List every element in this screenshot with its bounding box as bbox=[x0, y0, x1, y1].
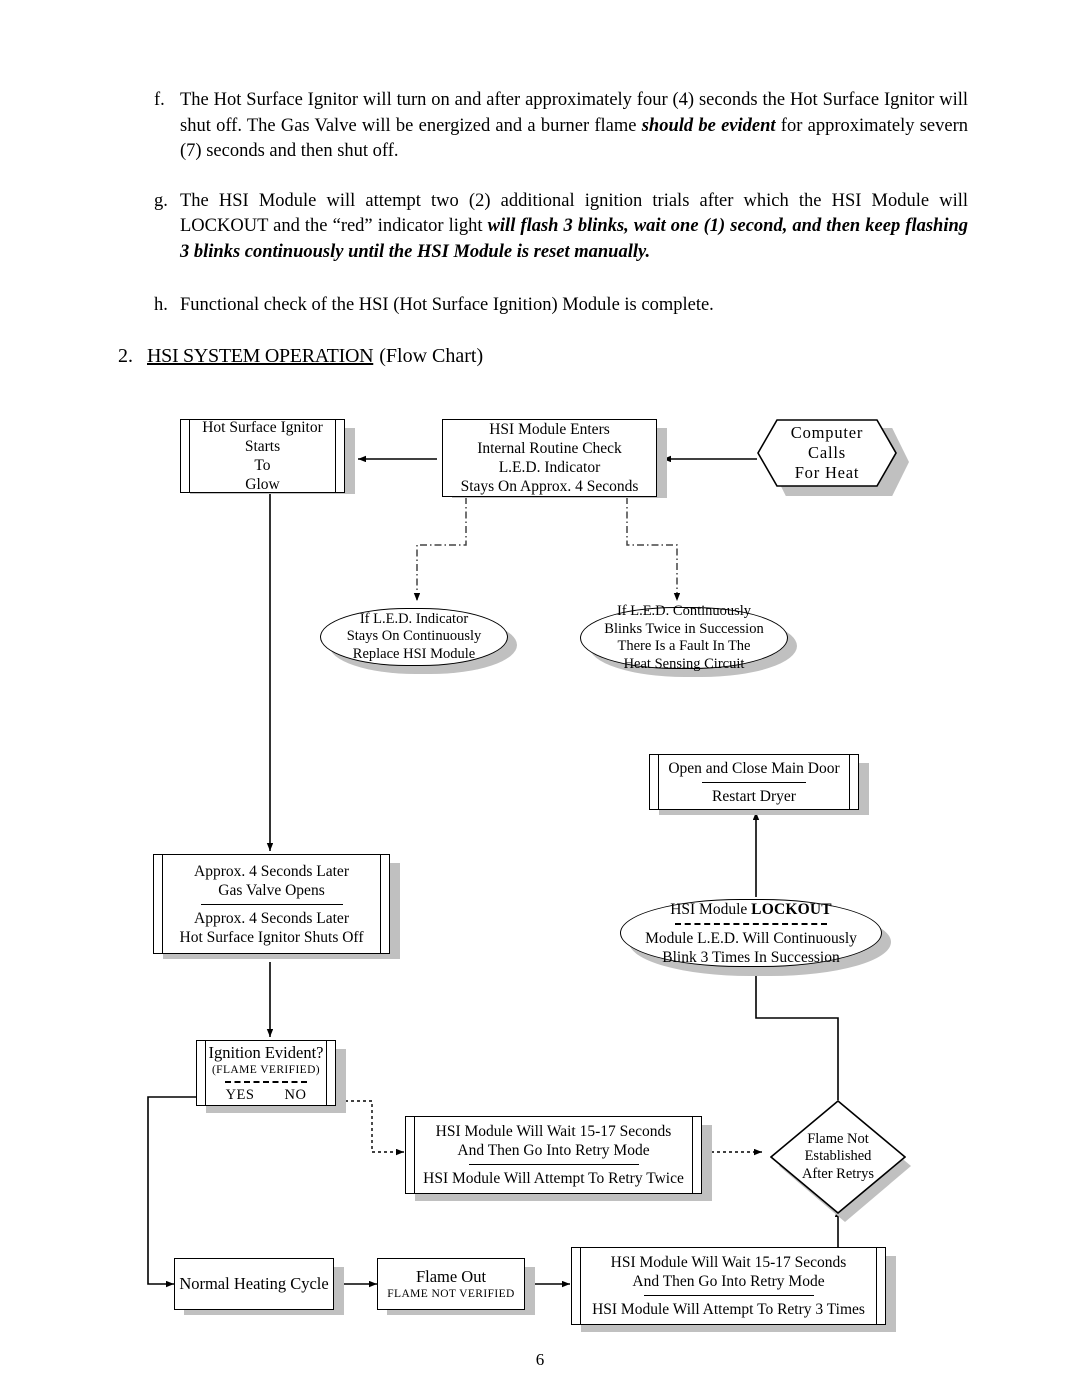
paragraph-h: h. Functional check of the HSI (Hot Surf… bbox=[118, 293, 968, 319]
node-led-stays-on: If L.E.D. Indicator Stays On Continuousl… bbox=[320, 608, 508, 666]
led-stays-on-line-1: If L.E.D. Indicator bbox=[359, 610, 469, 627]
gas-valve-separator bbox=[200, 903, 343, 905]
node-ignition-evident: Ignition Evident? (FLAME VERIFIED) YES N… bbox=[196, 1040, 336, 1106]
ignitor-glow-line-3: To bbox=[254, 457, 271, 474]
open-close-door-bottom: Restart Dryer bbox=[712, 787, 796, 805]
section-number: 2. bbox=[118, 345, 133, 367]
retry-3-times-top-2: And Then Go Into Retry Mode bbox=[632, 1273, 825, 1290]
lockout-separator bbox=[675, 922, 827, 925]
open-close-door-separator bbox=[702, 781, 806, 783]
section-heading: 2. HSI SYSTEM OPERATION (Flow Chart) bbox=[118, 345, 483, 368]
flame-out-subtitle: FLAME NOT VERIFIED bbox=[387, 1288, 515, 1300]
retry-twice-separator bbox=[468, 1164, 639, 1165]
ignition-evident-separator bbox=[225, 1080, 307, 1083]
paragraph-g-text: The HSI Module will attempt two (2) addi… bbox=[180, 190, 969, 262]
section-title-suffix: (Flow Chart) bbox=[379, 345, 484, 367]
retry-3-times-separator bbox=[643, 1295, 814, 1296]
led-blinks-twice-line-3: There Is a Fault In The bbox=[617, 638, 751, 654]
ignitor-glow-line-1: Hot Surface Ignitor bbox=[202, 419, 323, 436]
normal-heating-label: Normal Heating Cycle bbox=[179, 1274, 329, 1293]
section-title: HSI SYSTEM OPERATION bbox=[147, 345, 374, 367]
retry-3-times-bottom-1: HSI Module Will Attempt To Retry 3 Times bbox=[592, 1301, 865, 1318]
lockout-title-bold: LOCKOUT bbox=[751, 900, 832, 918]
node-ignitor-glow: Hot Surface Ignitor Starts To Glow bbox=[180, 419, 345, 493]
led-blinks-twice-line-1: If L.E.D. Continuously bbox=[616, 603, 752, 619]
node-module-enters: HSI Module Enters Internal Routine Check… bbox=[442, 419, 657, 497]
flame-not-established-line-2: Established bbox=[804, 1148, 872, 1165]
retry-3-times-top-1: HSI Module Will Wait 15-17 Seconds bbox=[610, 1254, 847, 1271]
paragraph-h-text: Functional check of the HSI (Hot Surface… bbox=[180, 295, 714, 315]
module-enters-line-4: Stays On Approx. 4 Seconds bbox=[460, 478, 639, 495]
computer-calls-line-3: For Heat bbox=[794, 463, 860, 482]
lockout-line-1: Module L.E.D. Will Continuously bbox=[645, 929, 857, 947]
retry-twice-bottom-1: HSI Module Will Attempt To Retry Twice bbox=[423, 1170, 684, 1187]
node-led-blinks-twice: If L.E.D. Continuously Blinks Twice in S… bbox=[580, 603, 788, 672]
gas-valve-top-2: Gas Valve Opens bbox=[218, 881, 325, 899]
flame-out-title: Flame Out bbox=[415, 1267, 487, 1286]
gas-valve-bottom-1: Approx. 4 Seconds Later bbox=[194, 909, 349, 927]
ignition-evident-no[interactable]: NO bbox=[284, 1087, 306, 1104]
node-flame-out: Flame Out FLAME NOT VERIFIED bbox=[377, 1258, 525, 1310]
paragraph-f: f. The Hot Surface Ignitor will turn on … bbox=[118, 88, 968, 165]
node-open-close-door: Open and Close Main Door Restart Dryer bbox=[649, 754, 859, 810]
paragraph-h-marker: h. bbox=[154, 295, 168, 315]
led-blinks-twice-line-2: Blinks Twice in Succession bbox=[604, 620, 764, 637]
lockout-line-2: Blink 3 Times In Succession bbox=[662, 948, 840, 966]
computer-calls-line-1: Computer bbox=[790, 423, 864, 442]
led-stays-on-line-3: Replace HSI Module bbox=[352, 645, 476, 662]
ignitor-glow-line-4: Glow bbox=[245, 476, 280, 493]
open-close-door-top: Open and Close Main Door bbox=[668, 759, 840, 777]
gas-valve-bottom-2: Hot Surface Ignitor Shuts Off bbox=[179, 928, 364, 946]
page-number: 6 bbox=[535, 1350, 545, 1369]
instruction-list: f. The Hot Surface Ignitor will turn on … bbox=[118, 88, 968, 339]
lockout-title: HSI Module LOCKOUT bbox=[621, 900, 881, 919]
led-blinks-twice-line-4: Heat Sensing Circuit bbox=[623, 655, 745, 672]
paragraph-f-text: The Hot Surface Ignitor will turn on and… bbox=[180, 90, 968, 161]
gas-valve-top-1: Approx. 4 Seconds Later bbox=[194, 862, 349, 880]
node-flame-not-established: Flame Not Established After Retrys bbox=[770, 1100, 906, 1214]
ignition-evident-yes[interactable]: YES bbox=[226, 1087, 255, 1104]
lockout-title-prefix: HSI Module bbox=[670, 900, 752, 918]
ignition-evident-subtitle: (FLAME VERIFIED) bbox=[211, 1063, 321, 1076]
node-lockout: HSI Module LOCKOUT Module L.E.D. Will Co… bbox=[620, 899, 882, 967]
node-retry-3-times: HSI Module Will Wait 15-17 Seconds And T… bbox=[571, 1247, 886, 1325]
computer-calls-line-2: Calls bbox=[808, 443, 846, 462]
paragraph-f-marker: f. bbox=[154, 90, 165, 110]
retry-twice-top-2: And Then Go Into Retry Mode bbox=[457, 1142, 650, 1159]
flame-not-established-line-1: Flame Not bbox=[807, 1130, 869, 1147]
node-gas-valve-opens: Approx. 4 Seconds Later Gas Valve Opens … bbox=[153, 854, 390, 954]
ignition-evident-title: Ignition Evident? bbox=[208, 1042, 324, 1062]
node-retry-twice: HSI Module Will Wait 15-17 Seconds And T… bbox=[405, 1116, 702, 1194]
paragraph-g-marker: g. bbox=[154, 190, 168, 211]
led-stays-on-line-2: Stays On Continuously bbox=[346, 628, 482, 645]
module-enters-line-2: Internal Routine Check bbox=[477, 440, 622, 457]
node-computer-calls: Computer Calls For Heat bbox=[757, 419, 897, 487]
node-normal-heating: Normal Heating Cycle bbox=[174, 1258, 334, 1310]
module-enters-line-1: HSI Module Enters bbox=[489, 421, 610, 438]
ignitor-glow-line-2: Starts bbox=[244, 438, 281, 455]
ignition-evident-options: YES NO bbox=[197, 1087, 335, 1104]
retry-twice-top-1: HSI Module Will Wait 15-17 Seconds bbox=[435, 1123, 672, 1140]
flame-not-established-line-3: After Retrys bbox=[801, 1165, 875, 1182]
module-enters-line-3: L.E.D. Indicator bbox=[498, 459, 601, 476]
paragraph-g: g. The HSI Module will attempt two (2) a… bbox=[118, 189, 968, 266]
